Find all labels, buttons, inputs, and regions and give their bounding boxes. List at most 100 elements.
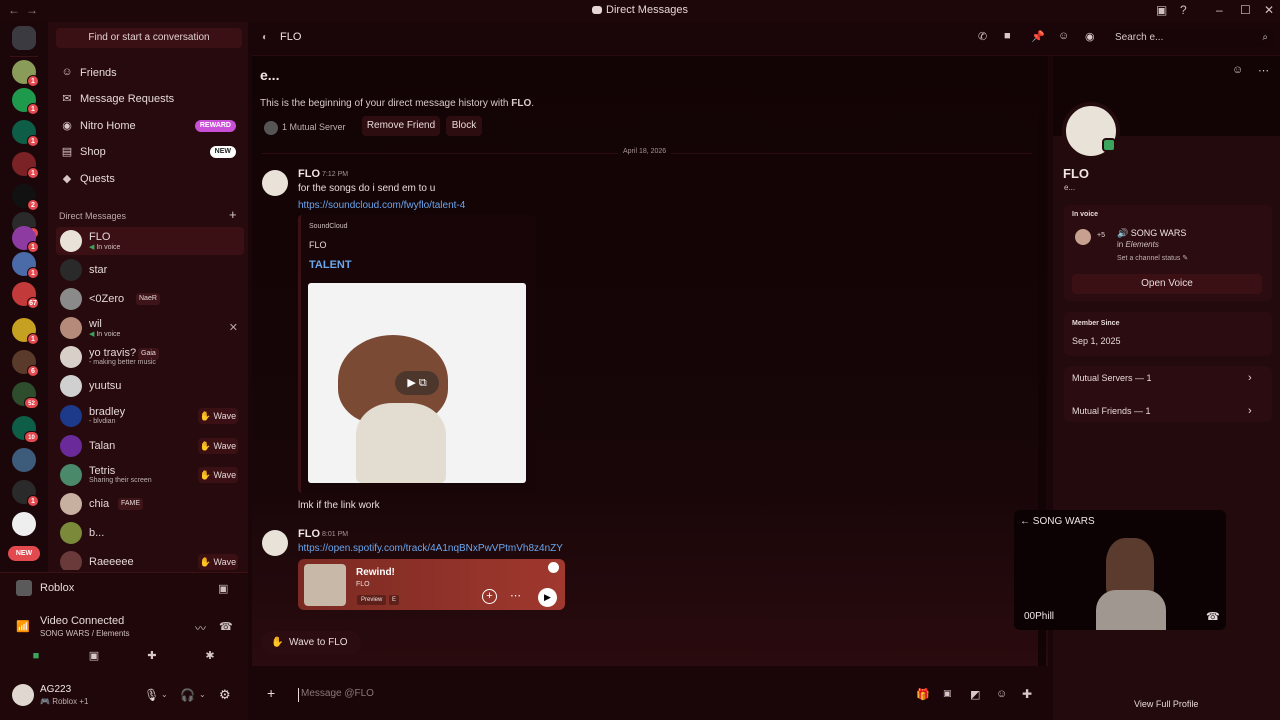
help-icon[interactable]: ? <box>1180 3 1187 17</box>
nav-friends[interactable]: ☺ Friends <box>56 61 242 85</box>
dm-item[interactable]: b... <box>56 519 244 547</box>
mutual-servers-row[interactable]: Mutual Servers — 1 <box>1072 373 1152 383</box>
screen-share-icon[interactable]: ▣ <box>74 648 114 664</box>
maximize-icon[interactable]: ☐ <box>1240 3 1251 17</box>
create-dm-icon[interactable]: + <box>229 207 237 222</box>
wave-button[interactable]: ✋ Wave <box>198 438 238 454</box>
dm-item[interactable]: bradley - blvdian ✋ Wave <box>56 402 244 430</box>
gift-icon[interactable]: 🎁 <box>916 688 930 701</box>
voice-channel-name[interactable]: 🔊 SONG WARS <box>1117 228 1186 239</box>
dm-item[interactable]: Talan ✋ Wave <box>56 432 244 460</box>
nav-nitro-home[interactable]: ◉ Nitro Home REWARD <box>56 114 242 138</box>
dm-item[interactable]: star <box>56 256 244 284</box>
server-icon[interactable]: 1 <box>12 318 39 345</box>
server-icon[interactable]: 52 <box>12 382 39 409</box>
dm-item[interactable]: yo travis? Gaia - making better music <box>56 343 244 371</box>
video-call-icon[interactable]: ■ <box>1004 30 1011 42</box>
search-input[interactable]: Search e... ⌕ <box>1110 29 1274 47</box>
server-icon[interactable]: 1 <box>12 120 39 147</box>
find-conversation-button[interactable]: Find or start a conversation <box>56 28 242 48</box>
server-icon[interactable]: 1 <box>12 152 39 179</box>
nav-shop[interactable]: ▤ Shop NEW <box>56 140 242 164</box>
wave-to-user-button[interactable]: ✋ Wave to FLO <box>261 631 361 655</box>
open-voice-button[interactable]: Open Voice <box>1072 274 1262 294</box>
add-track-icon[interactable]: + <box>482 589 497 604</box>
play-icon[interactable]: ▶ ⧉ <box>395 371 439 395</box>
new-servers-pill[interactable]: NEW <box>8 546 40 561</box>
activities-icon[interactable]: ✚ <box>132 648 172 664</box>
message-author[interactable]: FLO <box>298 168 320 180</box>
chevron-right-icon[interactable]: › <box>1248 372 1252 384</box>
add-friend-icon[interactable]: ☺ <box>1232 64 1243 76</box>
dm-item[interactable]: chia FAME <box>56 490 244 518</box>
emoji-icon[interactable]: ☺ <box>996 688 1007 700</box>
inbox-icon[interactable]: ▣ <box>1156 3 1167 17</box>
embed-provider[interactable]: SoundCloud <box>309 223 348 230</box>
mutual-servers-link[interactable]: 1 Mutual Server <box>282 122 346 132</box>
home-button[interactable] <box>12 26 36 50</box>
voice-channel-link[interactable]: SONG WARS / Elements <box>40 629 130 638</box>
message-avatar[interactable] <box>262 530 288 556</box>
album-art[interactable] <box>304 564 346 606</box>
wave-button[interactable]: ✋ Wave <box>198 408 238 424</box>
wave-button[interactable]: ✋ Wave <box>198 554 238 570</box>
activity-panel-icon[interactable]: ▣ <box>218 582 228 595</box>
view-full-profile-link[interactable]: View Full Profile <box>1134 699 1198 709</box>
add-friends-icon[interactable]: ☺ <box>1058 30 1069 42</box>
call-back-to-channel[interactable]: ← SONG WARS <box>1020 516 1095 527</box>
pin-icon[interactable]: 📌 <box>1031 30 1045 43</box>
hang-up-icon[interactable]: ☎ <box>1206 610 1220 623</box>
message-link[interactable]: https://open.spotify.com/track/4A1nqBNxP… <box>298 543 563 554</box>
channel-status-hint[interactable]: Set a channel status ✎ <box>1117 254 1188 262</box>
noise-suppression-icon[interactable]: 〰 <box>195 620 206 636</box>
more-icon[interactable]: ⋯ <box>1258 64 1269 77</box>
server-icon[interactable]: 1 <box>12 226 39 253</box>
message-input[interactable]: Message @FLO <box>298 688 898 702</box>
disconnect-icon[interactable]: ☎ <box>219 620 233 633</box>
dm-item[interactable]: yuutsu <box>56 372 244 400</box>
chevron-down-icon[interactable]: ⌄ <box>161 690 168 699</box>
server-icon[interactable] <box>12 512 36 536</box>
close-dm-icon[interactable]: ✕ <box>229 321 238 334</box>
voice-call-icon[interactable]: ✆ <box>978 30 987 43</box>
profile-toggle-icon[interactable]: ◉ <box>1085 30 1095 43</box>
wave-button[interactable]: ✋ Wave <box>198 467 238 483</box>
server-icon[interactable] <box>12 448 36 472</box>
headphones-icon[interactable]: 🎧 <box>180 688 195 702</box>
server-icon[interactable]: 2 <box>12 184 39 211</box>
server-icon[interactable]: 1 <box>12 88 39 115</box>
dm-item[interactable]: Tetris Sharing their screen ✋ Wave <box>56 461 244 489</box>
soundboard-icon[interactable]: ✱ <box>190 648 230 664</box>
apps-icon[interactable]: ✚ <box>1022 687 1032 701</box>
track-artist[interactable]: FLO <box>356 581 370 588</box>
spotify-logo-icon[interactable] <box>548 562 559 573</box>
gif-icon[interactable]: ▣ <box>943 688 952 699</box>
minimize-icon[interactable]: – <box>1216 3 1223 17</box>
server-icon[interactable]: 67 <box>12 282 39 309</box>
settings-gear-icon[interactable]: ⚙ <box>219 687 231 703</box>
close-window-icon[interactable]: ✕ <box>1264 3 1274 17</box>
camera-icon[interactable]: ■ <box>16 648 56 664</box>
embed-title[interactable]: TALENT <box>309 259 352 271</box>
nav-message-requests[interactable]: ✉ Message Requests <box>56 87 242 111</box>
message-author[interactable]: FLO <box>298 528 320 540</box>
dm-item[interactable]: wil ◀ In voice ✕ <box>56 314 244 342</box>
block-button[interactable]: Block <box>446 116 482 136</box>
embed-thumbnail[interactable]: ▶ ⧉ <box>308 283 526 483</box>
server-icon[interactable]: 6 <box>12 350 39 377</box>
user-avatar[interactable] <box>12 684 34 706</box>
more-options-icon[interactable]: ⋯ <box>510 589 521 602</box>
dm-item[interactable]: <0Zero NaeR <box>56 285 244 313</box>
dm-item[interactable]: Raeeeee ✋ Wave <box>56 548 244 570</box>
play-button-icon[interactable]: ▶ <box>538 588 557 607</box>
nav-quests[interactable]: ◆ Quests <box>56 167 242 191</box>
server-icon[interactable]: 1 <box>12 60 39 87</box>
sticker-icon[interactable]: ◩ <box>970 688 980 701</box>
upload-plus-icon[interactable]: + <box>267 685 275 701</box>
mic-icon[interactable]: 🎙 <box>144 688 159 702</box>
server-icon[interactable]: 1 <box>12 480 39 507</box>
server-icon[interactable]: 1 <box>12 252 39 279</box>
mutual-friends-row[interactable]: Mutual Friends — 1 <box>1072 406 1151 416</box>
chevron-down-icon[interactable]: ⌄ <box>199 690 206 699</box>
dm-item[interactable]: FLO ◀ In voice <box>56 227 244 255</box>
